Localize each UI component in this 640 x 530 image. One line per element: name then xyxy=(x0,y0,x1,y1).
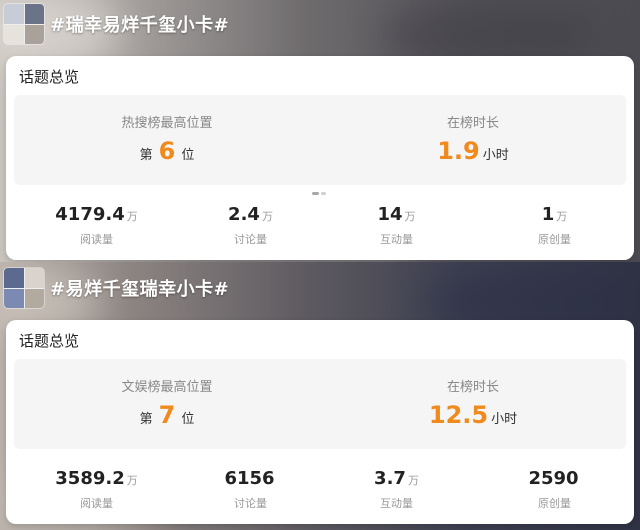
stat-value: 2.4 xyxy=(228,204,260,225)
stats-row: 4179.4 万 阅读量 2.4 万 讨论量 14 万 互动量 1 万 原创量 xyxy=(6,204,634,264)
duration-unit: 小时 xyxy=(482,148,509,163)
stat-value: 3589.2 xyxy=(55,468,125,489)
rank-value: 6 xyxy=(158,137,176,165)
topic-title-1[interactable]: #瑞幸易烊千玺小卡# xyxy=(50,11,229,37)
topic-header-2[interactable]: #易烊千玺瑞幸小卡# xyxy=(4,268,229,308)
rank-label: 热搜榜最高位置 xyxy=(121,116,213,131)
stats-row: 3589.2 万 阅读量 6156 讨论量 3.7 万 互动量 2590 原创量 xyxy=(6,468,634,528)
duration-label: 在榜时长 xyxy=(446,116,499,131)
stat-label: 讨论量 xyxy=(234,497,267,510)
rank-value: 7 xyxy=(158,401,176,429)
card-title: 话题总览 xyxy=(19,68,80,86)
stat-label: 原创量 xyxy=(538,233,571,246)
stat-discussions: 6156 讨论量 xyxy=(172,468,329,511)
duration-value: 12.5 xyxy=(428,401,489,429)
stat-label: 阅读量 xyxy=(80,497,113,510)
stat-unit: 万 xyxy=(126,474,138,487)
stat-value: 3.7 xyxy=(374,468,406,489)
stat-value: 6156 xyxy=(224,468,275,489)
time-on-list: 在榜时长 12.5 小时 xyxy=(320,359,626,449)
duration-label: 在榜时长 xyxy=(446,380,499,395)
topic-overview-card-1: 话题总览 热搜榜最高位置 第 6 位 在榜时长 1.9 小时 4179.4 万 xyxy=(6,56,634,260)
topic-title-2[interactable]: #易烊千玺瑞幸小卡# xyxy=(50,275,229,301)
topic-overview-card-2: 话题总览 文娱榜最高位置 第 7 位 在榜时长 12.5 小时 3589.2 万… xyxy=(6,320,634,524)
stat-unit: 万 xyxy=(404,210,416,223)
stat-value: 4179.4 xyxy=(55,204,125,225)
stat-discussions: 2.4 万 讨论量 xyxy=(172,204,329,247)
stat-reads: 4179.4 万 阅读量 xyxy=(18,204,175,247)
duration-value: 1.9 xyxy=(437,137,480,165)
stat-label: 阅读量 xyxy=(80,233,113,246)
stat-interactions: 3.7 万 互动量 xyxy=(318,468,475,511)
ranking-panel: 文娱榜最高位置 第 7 位 在榜时长 12.5 小时 xyxy=(14,359,626,449)
rank-suffix: 位 xyxy=(181,148,195,163)
card-title: 话题总览 xyxy=(19,332,80,350)
topic-thumbnail-1[interactable] xyxy=(4,4,44,44)
time-on-list: 在榜时长 1.9 小时 xyxy=(320,95,626,185)
rank-prefix: 第 xyxy=(139,148,153,163)
stat-reads: 3589.2 万 阅读量 xyxy=(18,468,175,511)
rank-position: 热搜榜最高位置 第 6 位 xyxy=(14,95,320,185)
stat-value: 14 xyxy=(377,204,403,225)
stat-unit: 万 xyxy=(126,210,138,223)
rank-suffix: 位 xyxy=(181,412,195,427)
rank-position: 文娱榜最高位置 第 7 位 xyxy=(14,359,320,449)
rank-label: 文娱榜最高位置 xyxy=(121,380,213,395)
ranking-panel: 热搜榜最高位置 第 6 位 在榜时长 1.9 小时 xyxy=(14,95,626,185)
topic-header-1[interactable]: #瑞幸易烊千玺小卡# xyxy=(4,4,229,44)
stat-label: 互动量 xyxy=(380,497,413,510)
topic-thumbnail-2[interactable] xyxy=(4,268,44,308)
stat-label: 讨论量 xyxy=(234,233,267,246)
rank-prefix: 第 xyxy=(139,412,153,427)
stat-originals: 1 万 原创量 xyxy=(476,204,633,247)
stat-interactions: 14 万 互动量 xyxy=(318,204,475,247)
stat-unit: 万 xyxy=(556,210,568,223)
stat-value: 2590 xyxy=(528,468,579,489)
page-indicator xyxy=(312,192,326,196)
stat-originals: 2590 原创量 xyxy=(476,468,633,511)
stat-unit: 万 xyxy=(407,474,419,487)
stat-label: 原创量 xyxy=(538,497,571,510)
stat-value: 1 xyxy=(541,204,555,225)
stat-unit: 万 xyxy=(261,210,273,223)
stat-label: 互动量 xyxy=(380,233,413,246)
duration-unit: 小时 xyxy=(491,412,518,427)
